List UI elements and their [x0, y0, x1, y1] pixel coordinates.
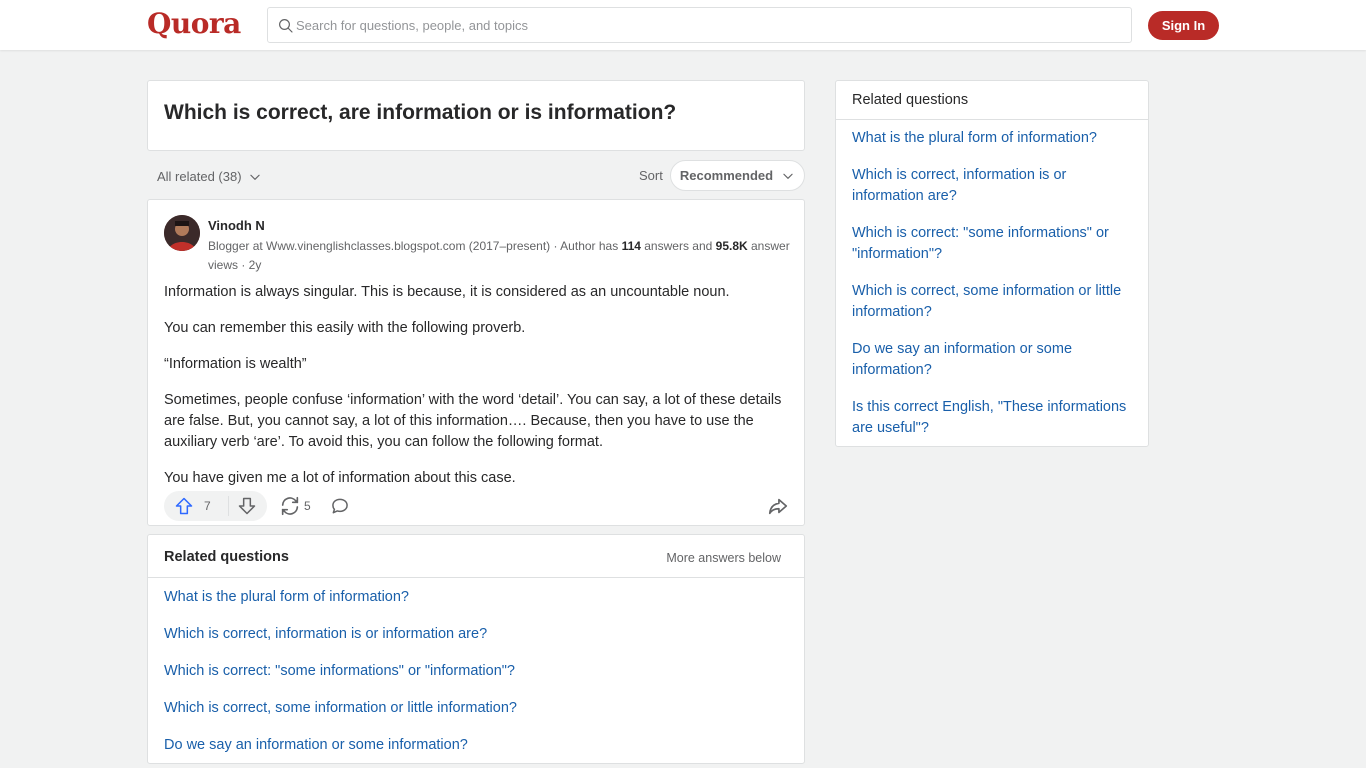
- sort-label: Sort: [639, 168, 663, 183]
- question-title: Which is correct, are information or is …: [164, 101, 677, 124]
- answer-paragraph: You have given me a lot of information a…: [164, 470, 516, 486]
- sidebar-header: Related questions: [836, 81, 1148, 120]
- all-related-dropdown[interactable]: All related (38): [157, 169, 262, 184]
- vote-divider: [228, 496, 229, 516]
- answer-paragraph: Sometimes, people confuse ‘information’ …: [164, 392, 782, 450]
- answer-body: Information is always singular. This is …: [164, 282, 792, 504]
- share-count: 5: [304, 499, 311, 513]
- related-question-link[interactable]: Which is correct: "some informations" or…: [164, 661, 794, 698]
- related-question-link[interactable]: What is the plural form of information?: [164, 587, 794, 624]
- answer-actions: 7 5: [164, 490, 792, 522]
- search-box[interactable]: [267, 7, 1132, 43]
- sidebar-question-link[interactable]: Which is correct, information is or info…: [852, 165, 1136, 207]
- downvote-arrow-icon[interactable]: [237, 496, 257, 516]
- related-question-link[interactable]: Which is correct, some information or li…: [164, 698, 794, 735]
- upvote-count: 7: [204, 499, 211, 513]
- more-answers-below: More answers below: [666, 551, 781, 565]
- sidebar-question-link[interactable]: Is this correct English, "These informat…: [852, 397, 1136, 439]
- sort-dropdown[interactable]: Recommended: [670, 160, 805, 191]
- sidebar-question-link[interactable]: Which is correct, some information or li…: [852, 281, 1136, 323]
- share-cycle-icon[interactable]: [279, 495, 301, 517]
- comment-bubble-icon[interactable]: [330, 496, 350, 516]
- upvote-arrow-icon[interactable]: [174, 496, 194, 516]
- sidebar-question-link[interactable]: Do we say an information or some informa…: [852, 339, 1136, 381]
- top-navigation-bar: Quora Sign In: [0, 0, 1366, 50]
- answer-paragraph: Information is always singular. This is …: [164, 284, 730, 300]
- related-questions-title: Related questions: [164, 549, 289, 565]
- answer-filter-bar: All related (38) Sort Recommended: [147, 160, 805, 192]
- sign-in-button[interactable]: Sign In: [1148, 11, 1219, 40]
- views-count: 95.8K: [715, 239, 748, 253]
- question-card: Which is correct, are information or is …: [147, 80, 805, 151]
- author-credential: Blogger at Www.vinenglishclasses.blogspo…: [208, 237, 798, 275]
- search-icon: [279, 19, 293, 33]
- related-question-link[interactable]: Which is correct, information is or info…: [164, 624, 794, 661]
- related-questions-list: What is the plural form of information? …: [164, 587, 794, 768]
- related-question-link[interactable]: Do we say an information or some informa…: [164, 735, 794, 768]
- search-input[interactable]: [296, 9, 1116, 41]
- related-questions-sidebar: Related questions What is the plural for…: [835, 80, 1149, 447]
- related-questions-header: Related questions More answers below: [148, 535, 804, 578]
- chevron-down-icon: [783, 173, 793, 179]
- answer-card: Vinodh N Blogger at Www.vinenglishclasse…: [147, 199, 805, 526]
- related-questions-inline: Related questions More answers below Wha…: [147, 534, 805, 764]
- sidebar-question-link[interactable]: Which is correct: "some informations" or…: [852, 223, 1136, 265]
- all-related-label: All related (38): [157, 169, 242, 184]
- author-name[interactable]: Vinodh N: [208, 218, 265, 233]
- vote-control: 7: [164, 491, 267, 521]
- sidebar-questions-list: What is the plural form of information? …: [852, 128, 1136, 455]
- forward-share-icon[interactable]: [767, 495, 789, 517]
- avatar-image: [164, 215, 200, 251]
- avatar[interactable]: [164, 215, 200, 251]
- credential-prefix: Blogger at Www.vinenglishclasses.blogspo…: [208, 239, 622, 253]
- quora-logo[interactable]: Quora: [147, 7, 241, 40]
- sidebar-title: Related questions: [852, 92, 969, 108]
- answer-paragraph: “Information is wealth”: [164, 356, 307, 372]
- answers-count: 114: [621, 239, 641, 253]
- sort-value: Recommended: [679, 168, 774, 183]
- sidebar-question-link[interactable]: What is the plural form of information?: [852, 128, 1136, 149]
- chevron-down-icon: [249, 174, 260, 180]
- answer-paragraph: You can remember this easily with the fo…: [164, 320, 526, 336]
- credential-mid: answers and: [640, 239, 716, 253]
